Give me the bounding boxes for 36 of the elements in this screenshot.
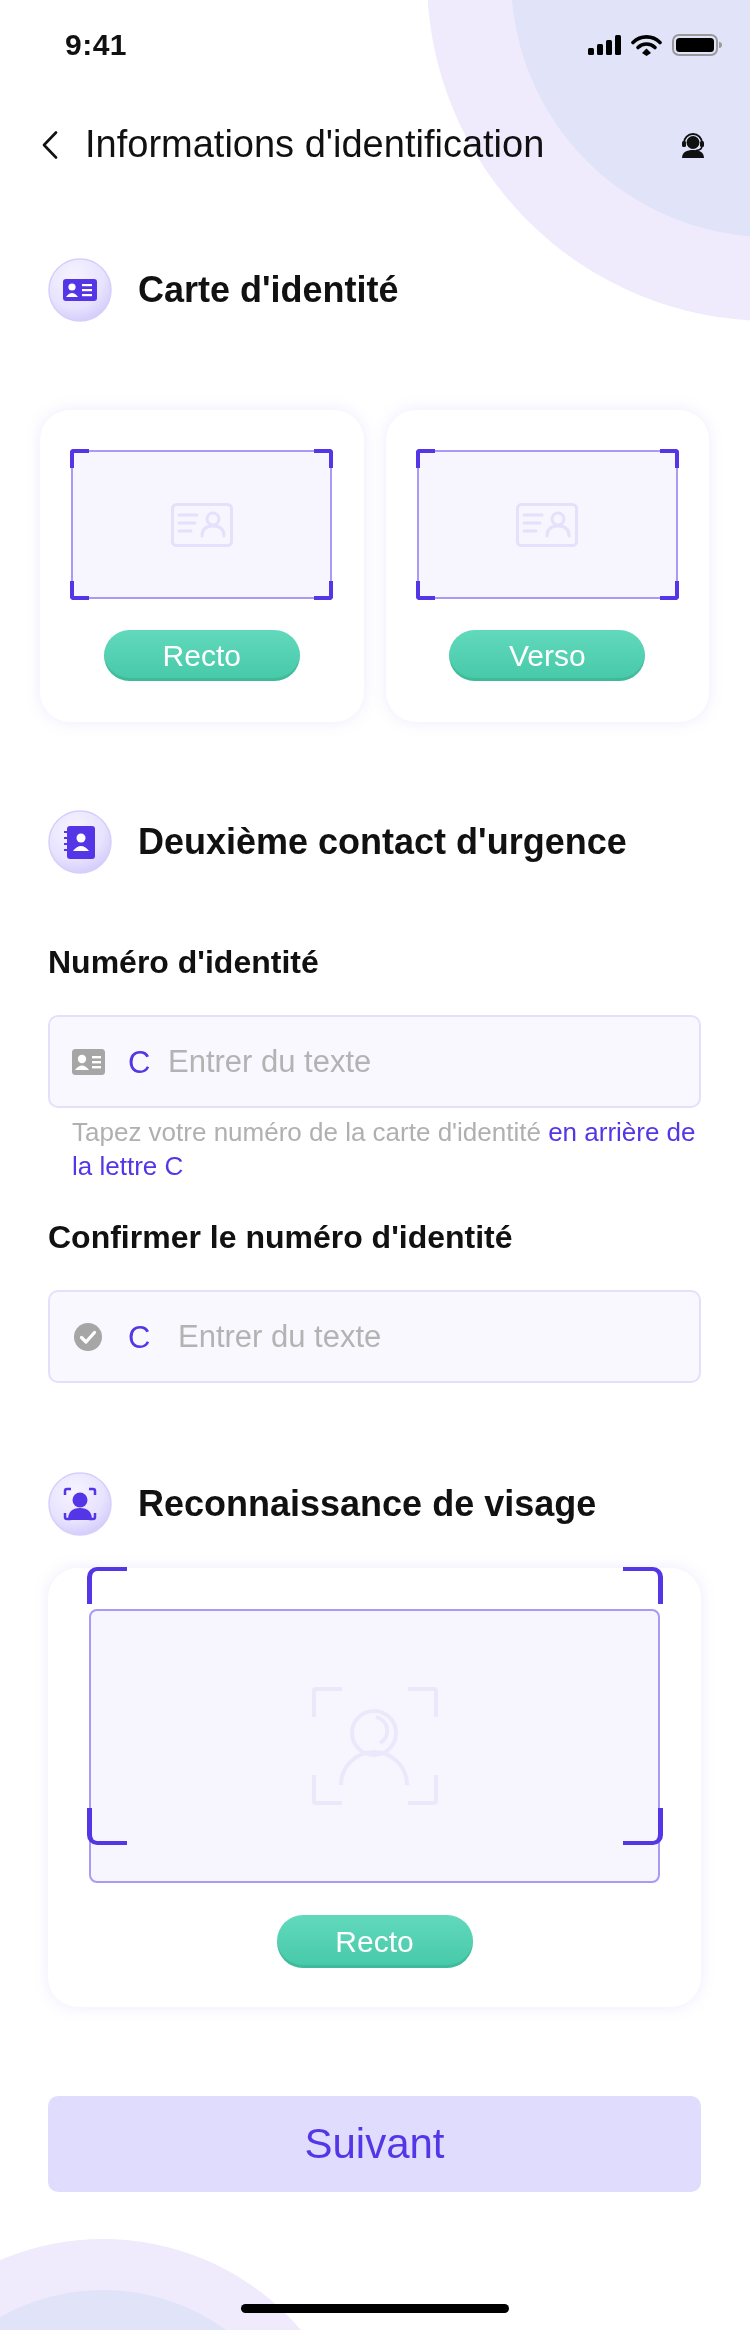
frame-corner [415, 449, 435, 468]
frame-corner [659, 449, 679, 468]
frame-corner [314, 449, 334, 468]
frame-corner [87, 1808, 127, 1845]
id-card-icon [48, 258, 112, 322]
status-time: 9:41 [65, 30, 128, 60]
upload-button[interactable]: Recto [276, 1915, 473, 1968]
section-title: Reconnaissance de visage [138, 1482, 597, 1526]
frame-corner [623, 1808, 663, 1845]
frame-corner [87, 1567, 127, 1604]
field-label: Numéro d'identité [48, 944, 320, 980]
wifi-icon [631, 34, 662, 56]
field-label: Confirmer le numéro d'identité [48, 1219, 514, 1255]
frame-corner [70, 581, 90, 600]
frame-corner [70, 449, 90, 468]
battery-icon [672, 34, 722, 56]
frame-corner [623, 1567, 663, 1604]
section-title: Carte d'identité [138, 268, 399, 312]
back-icon[interactable] [42, 131, 58, 159]
section-title: Deuxième contact d'urgence [138, 820, 627, 864]
prefix-text: C [128, 1046, 151, 1077]
frame-corner [314, 581, 334, 600]
headset-icon[interactable] [679, 131, 707, 159]
upload-button[interactable]: Verso [449, 630, 646, 681]
frame-corner [415, 581, 435, 600]
id-card-icon [72, 1048, 105, 1075]
hint-text: Tapez votre numéro de la carte d'identité en arrière de la lettre C [71, 1116, 697, 1183]
page-title: Informations d'identification [85, 122, 546, 168]
prefix-text: C [128, 1321, 151, 1352]
face-scan-icon [48, 1472, 112, 1536]
upload-button[interactable]: Recto [103, 630, 300, 681]
next-button[interactable]: Suivant [48, 2096, 701, 2192]
frame-corner [659, 581, 679, 600]
contact-book-icon [48, 810, 112, 874]
signal-icon [588, 35, 621, 55]
check-circle-icon [74, 1322, 102, 1351]
